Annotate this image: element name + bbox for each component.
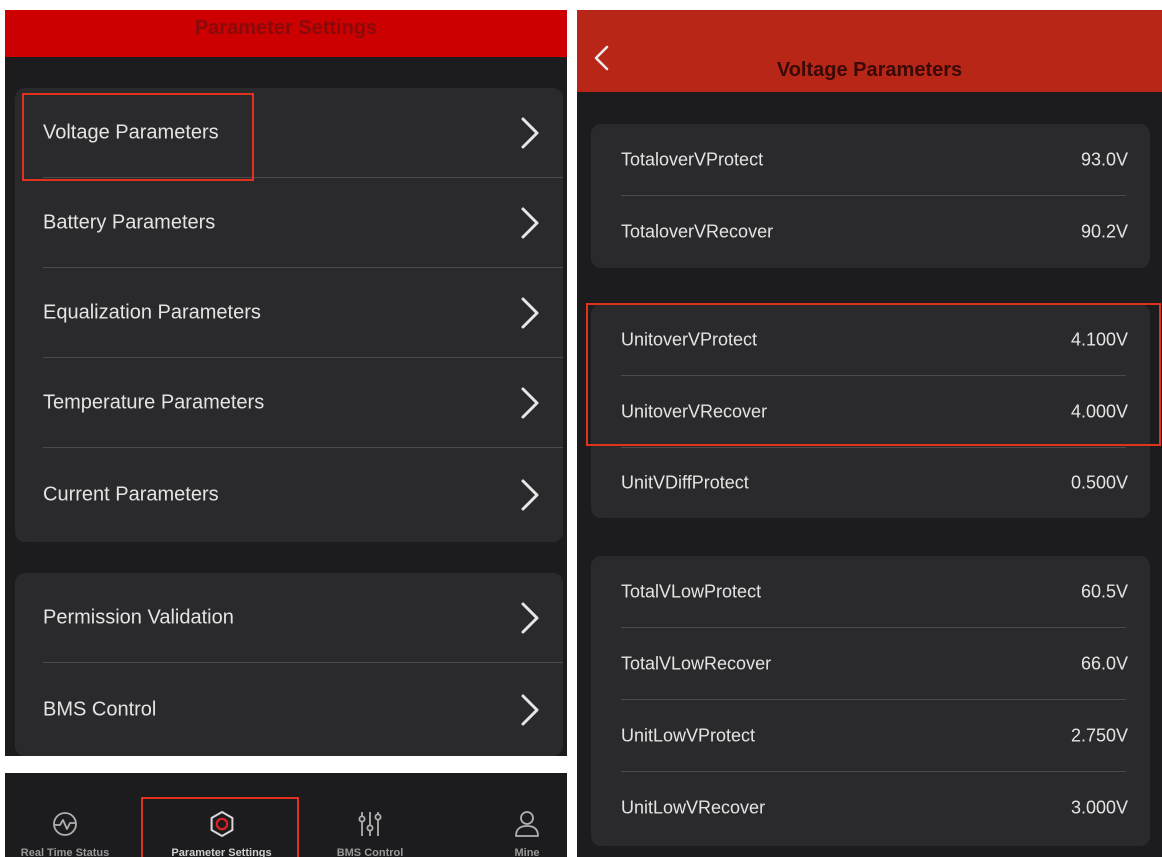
header-bar: Parameter Settings <box>5 10 567 57</box>
page-title: Parameter Settings <box>194 17 378 39</box>
tab-parameter-settings[interactable]: Parameter Settings <box>150 773 293 857</box>
settings-group-1: Voltage Parameters Battery Parameters Eq… <box>15 88 563 542</box>
chevron-right-icon <box>521 207 539 239</box>
settings-group-2: Permission Validation BMS Control <box>15 573 563 756</box>
param-value: 2.750V <box>1070 725 1128 746</box>
param-name: TotalVLowRecover <box>621 653 772 674</box>
menu-item-equalization-parameters[interactable]: Equalization Parameters <box>15 268 563 358</box>
voltage-group-unit-over: UnitoverVProtect 4.100V UnitoverVRecover… <box>591 304 1150 518</box>
param-name: TotalVLowProtect <box>621 581 762 602</box>
chevron-right-icon <box>521 297 539 329</box>
tab-label: Real Time Status <box>20 847 110 857</box>
chevron-right-icon <box>521 694 539 725</box>
menu-item-temperature-parameters[interactable]: Temperature Parameters <box>15 358 563 448</box>
param-name: UnitoverVProtect <box>621 329 758 350</box>
param-value: 93.0V <box>1080 149 1128 170</box>
menu-item-label: Current Parameters <box>43 483 219 506</box>
param-row-unit-over-v-recover[interactable]: UnitoverVRecover 4.000V <box>591 376 1150 448</box>
menu-item-label: Voltage Parameters <box>43 121 219 144</box>
menu-item-label: Temperature Parameters <box>43 391 265 414</box>
param-row-unit-over-v-protect[interactable]: UnitoverVProtect 4.100V <box>591 304 1150 376</box>
param-name: UnitLowVRecover <box>621 797 766 818</box>
hexagon-settings-icon <box>210 810 233 838</box>
chevron-right-icon <box>521 602 539 634</box>
param-value: 4.000V <box>1070 401 1128 422</box>
param-name: UnitoverVRecover <box>621 401 768 422</box>
menu-item-battery-parameters[interactable]: Battery Parameters <box>15 178 563 268</box>
param-name: TotaloverVRecover <box>621 221 774 242</box>
param-row-total-v-low-protect[interactable]: TotalVLowProtect 60.5V <box>591 556 1150 628</box>
param-value: 60.5V <box>1080 581 1128 602</box>
menu-item-current-parameters[interactable]: Current Parameters <box>15 448 563 542</box>
tab-real-time-status[interactable]: Real Time Status <box>5 773 135 857</box>
param-row-unit-low-v-protect[interactable]: UnitLowVProtect 2.750V <box>591 700 1150 772</box>
param-row-unit-v-diff-protect[interactable]: UnitVDiffProtect 0.500V <box>591 448 1150 518</box>
bottom-tab-bar: Real Time Status Parameter Settings BMS … <box>5 773 567 857</box>
param-value: 90.2V <box>1080 221 1128 242</box>
tab-label: Parameter Settings <box>171 847 272 857</box>
menu-item-label: BMS Control <box>43 698 157 720</box>
tab-bms-control[interactable]: BMS Control <box>307 773 433 857</box>
menu-item-permission-validation[interactable]: Permission Validation <box>15 573 563 663</box>
menu-item-label: Equalization Parameters <box>43 301 261 324</box>
chevron-right-icon <box>521 117 539 149</box>
voltage-group-total-over: TotaloverVProtect 93.0V TotaloverVRecove… <box>591 124 1150 268</box>
chevron-right-icon <box>521 479 539 511</box>
menu-item-label: Battery Parameters <box>43 211 216 234</box>
tab-label: BMS Control <box>336 847 404 857</box>
menu-item-bms-control[interactable]: BMS Control <box>15 663 563 756</box>
header-bar: Voltage Parameters <box>577 10 1162 92</box>
param-value: 66.0V <box>1080 653 1128 674</box>
chevron-right-icon <box>521 387 539 419</box>
parameter-settings-screen: Parameter Settings Voltage Parameters Ba… <box>5 10 567 756</box>
param-row-unit-low-v-recover[interactable]: UnitLowVRecover 3.000V <box>591 772 1150 844</box>
sliders-icon <box>358 812 382 836</box>
param-name: TotaloverVProtect <box>621 149 764 170</box>
person-icon <box>515 811 539 837</box>
menu-item-voltage-parameters[interactable]: Voltage Parameters <box>15 88 563 178</box>
tab-label: Mine <box>514 847 540 857</box>
pulse-icon <box>53 812 77 836</box>
param-row-total-over-v-recover[interactable]: TotaloverVRecover 90.2V <box>591 196 1150 268</box>
param-value: 0.500V <box>1070 472 1128 493</box>
param-row-total-v-low-recover[interactable]: TotalVLowRecover 66.0V <box>591 628 1150 700</box>
param-name: UnitVDiffProtect <box>621 472 749 493</box>
param-name: UnitLowVProtect <box>621 725 756 746</box>
param-value: 3.000V <box>1070 797 1128 818</box>
param-value: 4.100V <box>1070 329 1128 350</box>
page-title: Voltage Parameters <box>776 59 963 81</box>
voltage-group-low: TotalVLowProtect 60.5V TotalVLowRecover … <box>591 556 1150 846</box>
voltage-parameters-screen: Voltage Parameters TotaloverVProtect 93.… <box>577 10 1162 857</box>
tab-mine[interactable]: Mine <box>475 773 567 857</box>
param-row-total-over-v-protect[interactable]: TotaloverVProtect 93.0V <box>591 124 1150 196</box>
menu-item-label: Permission Validation <box>43 606 234 629</box>
